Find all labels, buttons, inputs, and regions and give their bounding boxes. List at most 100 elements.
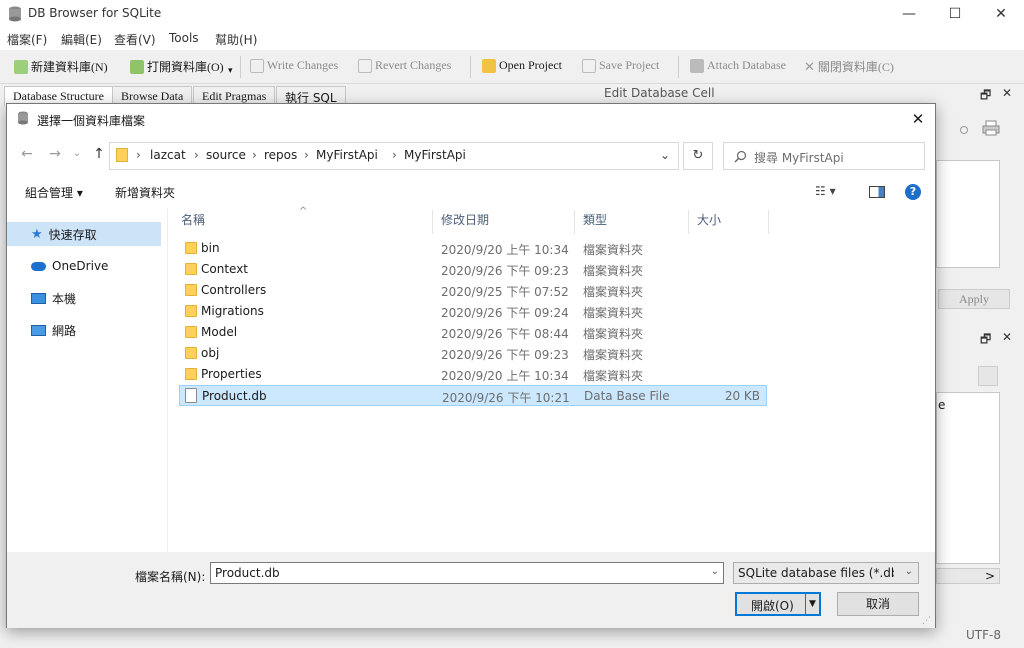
file-date: 2020/9/20 上午 10:34	[441, 243, 569, 257]
write-changes-button[interactable]: Write Changes	[250, 58, 338, 73]
forward-button[interactable]: →	[45, 144, 65, 164]
folder-icon	[185, 263, 197, 275]
sidebar-item-label: 網路	[52, 323, 77, 338]
revert-changes-icon	[358, 58, 372, 73]
file-name: Controllers	[201, 283, 267, 297]
dialog-titlebar: 選擇一個資料庫檔案 ✕	[7, 104, 935, 134]
search-icon	[734, 150, 747, 163]
toolbar: 新建資料庫(N) 打開資料庫(O) ▾ Write Changes Revert…	[0, 50, 1024, 84]
address-bar[interactable]: › lazcat › source › repos › MyFirstApi ›…	[109, 142, 679, 170]
chevron-down-icon[interactable]: ⌄	[660, 148, 670, 162]
execute-icon[interactable]	[978, 366, 998, 386]
revert-changes-button[interactable]: Revert Changes	[358, 58, 451, 73]
menu-file[interactable]: 檔案(F)	[7, 31, 47, 48]
view-options-icon[interactable]: ☷ ▾	[815, 184, 836, 198]
file-row-selected[interactable]: Product.db 2020/9/26 下午 10:21 Data Base …	[179, 385, 767, 406]
attach-database-button[interactable]: Attach Database	[690, 58, 786, 73]
sidebar-item-this-pc[interactable]: 本機	[7, 286, 161, 310]
minimize-button[interactable]: —	[886, 0, 932, 28]
breadcrumb-repos[interactable]: repos	[264, 148, 297, 162]
chevron-down-icon[interactable]: ▾	[228, 66, 233, 76]
chevron-down-icon[interactable]: ⌄	[711, 566, 719, 577]
maximize-button[interactable]: ☐	[932, 0, 978, 28]
column-header-size[interactable]: 大小	[689, 210, 769, 234]
close-database-button[interactable]: ✕ 關閉資料庫(C)	[804, 58, 894, 75]
sidebar-item-label: 快速存取	[48, 227, 97, 242]
horizontal-scrollbar[interactable]: >	[936, 568, 1000, 584]
dialog-close-button[interactable]: ✕	[905, 107, 931, 131]
folder-icon	[185, 242, 197, 254]
float-icon[interactable]: 🗗	[980, 86, 991, 107]
file-row[interactable]: Model 2020/9/26 下午 08:44 檔案資料夾	[179, 322, 767, 343]
chevron-down-icon[interactable]: ▼	[805, 594, 819, 614]
file-size: 20 KB	[724, 389, 760, 403]
close-icon[interactable]: ✕	[1002, 330, 1012, 344]
menu-view[interactable]: 查看(V)	[114, 31, 156, 48]
file-type: Data Base File	[584, 389, 670, 403]
sidebar-item-label: OneDrive	[52, 259, 109, 273]
new-folder-button[interactable]: 新增資料夾	[115, 184, 175, 201]
file-name: Product.db	[202, 389, 267, 403]
breadcrumb-source[interactable]: source	[206, 148, 246, 162]
close-icon: ✕	[804, 58, 815, 74]
scroll-right-button[interactable]: >	[985, 569, 995, 583]
breadcrumb-myfirstapi[interactable]: MyFirstApi	[316, 148, 378, 162]
cancel-button[interactable]: 取消	[837, 592, 919, 616]
column-header-date[interactable]: 修改日期	[433, 210, 575, 234]
up-folder-button[interactable]: ↑	[89, 144, 109, 164]
file-date: 2020/9/26 下午 09:23	[441, 264, 569, 278]
breadcrumb-myfirstapi-current[interactable]: MyFirstApi	[404, 148, 466, 162]
breadcrumb-lazcat[interactable]: lazcat	[150, 148, 186, 162]
radio-icon[interactable]	[960, 126, 968, 134]
help-icon[interactable]: ?	[905, 184, 921, 200]
column-header-type[interactable]: 類型	[575, 210, 689, 234]
file-type: 檔案資料夾	[583, 264, 644, 278]
save-project-button[interactable]: Save Project	[582, 58, 659, 73]
organize-button[interactable]: 組合管理 ▾	[25, 184, 83, 201]
sort-ascending-icon: ^	[299, 206, 308, 217]
open-project-button[interactable]: Open Project	[482, 58, 562, 73]
open-database-button[interactable]: 打開資料庫(O)	[130, 58, 224, 75]
file-row[interactable]: Properties 2020/9/20 上午 10:34 檔案資料夾	[179, 364, 767, 385]
file-type: 檔案資料夾	[583, 285, 644, 299]
filename-input[interactable]: Product.db ⌄	[210, 562, 724, 584]
close-icon[interactable]: ✕	[1002, 86, 1012, 100]
navigation-pane: ★ 快速存取 OneDrive 本機 網路	[7, 208, 167, 552]
sidebar-item-network[interactable]: 網路	[7, 318, 161, 342]
network-icon	[31, 324, 46, 336]
sidebar-item-quick-access[interactable]: ★ 快速存取	[7, 222, 161, 246]
file-name: Migrations	[201, 304, 264, 318]
folder-icon	[185, 305, 197, 317]
close-window-button[interactable]: ✕	[978, 0, 1024, 28]
apply-button[interactable]: Apply	[938, 289, 1010, 309]
menu-edit[interactable]: 編輯(E)	[61, 31, 102, 48]
menu-tools[interactable]: Tools	[169, 31, 199, 45]
file-row[interactable]: obj 2020/9/26 下午 09:23 檔案資料夾	[179, 343, 767, 364]
sql-log-area[interactable]	[936, 392, 1000, 564]
recent-locations-button[interactable]: ⌄	[67, 144, 87, 164]
pane-divider[interactable]	[167, 208, 168, 552]
preview-pane-icon[interactable]	[869, 186, 885, 198]
refresh-button[interactable]: ↻	[683, 142, 713, 170]
file-row[interactable]: Migrations 2020/9/26 下午 09:24 檔案資料夾	[179, 301, 767, 322]
cell-editor[interactable]	[936, 160, 1000, 268]
new-database-button[interactable]: 新建資料庫(N)	[14, 58, 108, 75]
resize-grip-icon[interactable]: ⋰	[922, 616, 931, 626]
file-row[interactable]: Context 2020/9/26 下午 09:23 檔案資料夾	[179, 259, 767, 280]
open-project-label: Open Project	[499, 58, 562, 72]
print-icon[interactable]	[982, 120, 1000, 136]
file-row[interactable]: Controllers 2020/9/25 下午 07:52 檔案資料夾	[179, 280, 767, 301]
file-row[interactable]: bin 2020/9/20 上午 10:34 檔案資料夾	[179, 238, 767, 259]
file-type: 檔案資料夾	[583, 306, 644, 320]
open-project-icon	[482, 58, 496, 73]
menu-help[interactable]: 幫助(H)	[215, 31, 257, 48]
file-type-filter[interactable]: SQLite database files (*.db *.s ⌄	[733, 562, 919, 584]
search-input[interactable]: 搜尋 MyFirstApi	[723, 142, 925, 170]
open-button[interactable]: 開啟(O) ▼	[735, 592, 821, 616]
float-icon[interactable]: 🗗	[980, 330, 991, 351]
cloud-icon	[31, 261, 46, 271]
back-button[interactable]: ←	[17, 144, 37, 164]
new-database-label: 新建資料庫(N)	[31, 60, 108, 74]
app-title: DB Browser for SQLite	[28, 6, 162, 20]
sidebar-item-onedrive[interactable]: OneDrive	[7, 254, 161, 278]
